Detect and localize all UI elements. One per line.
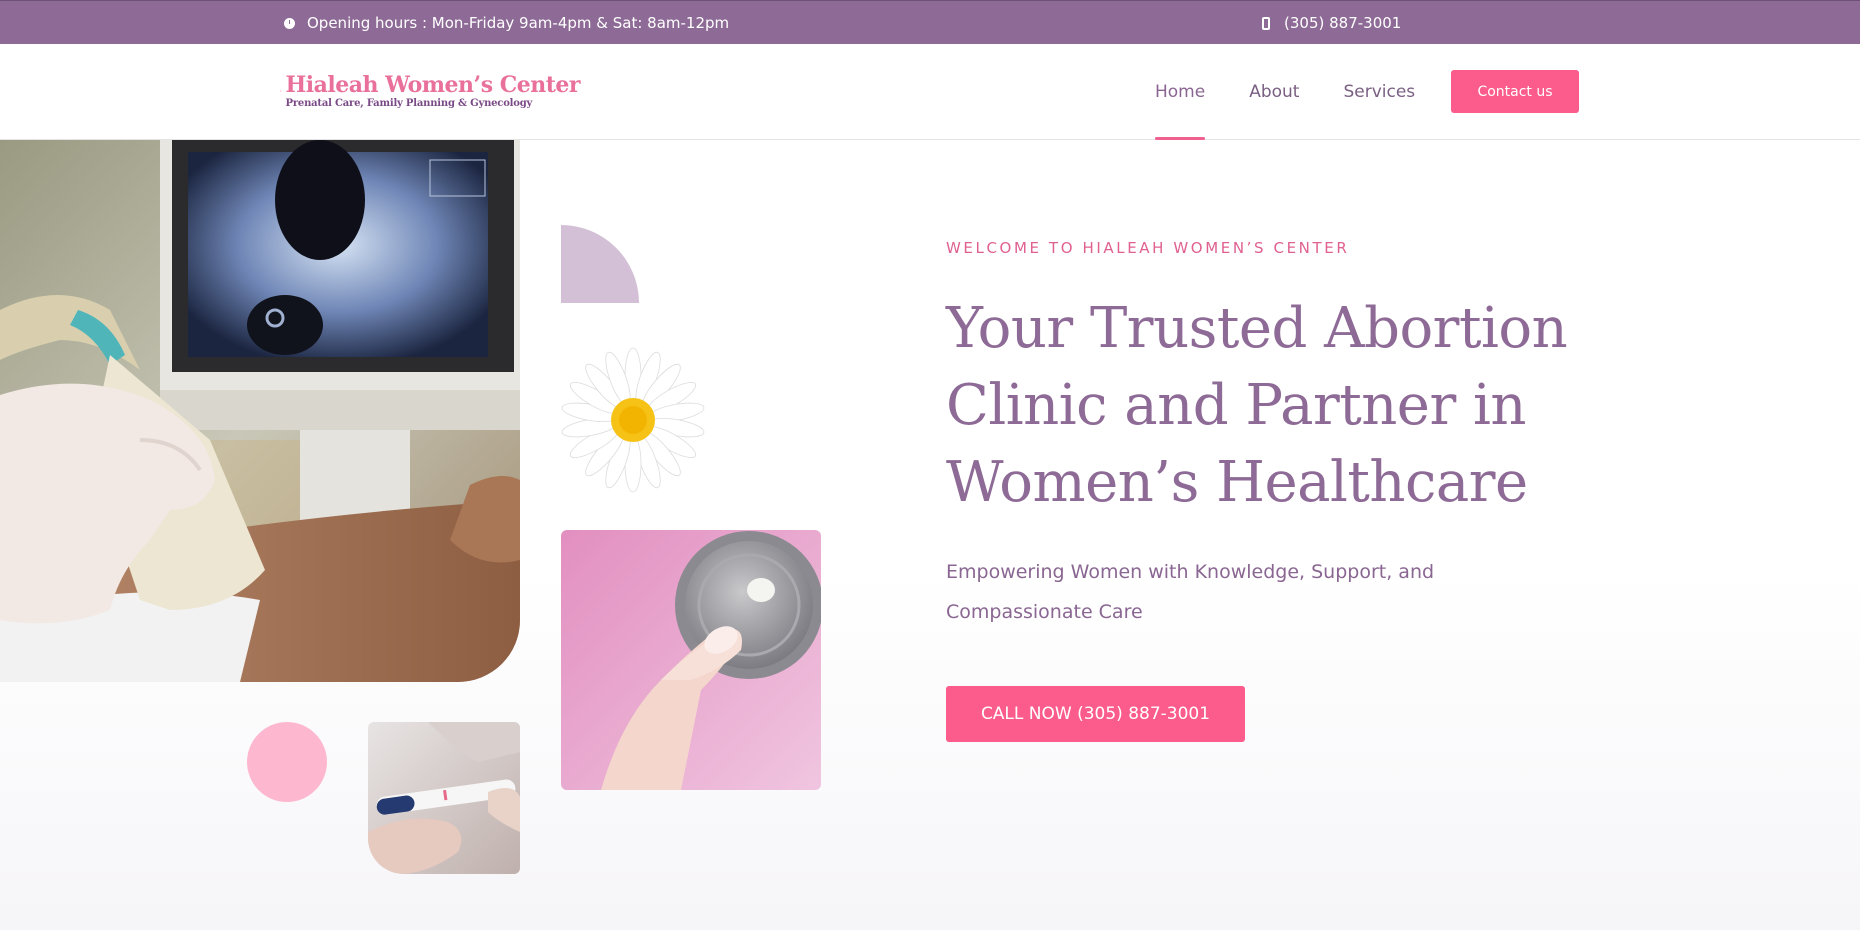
hero-headline: Your Trusted Abortion Clinic and Partner… — [946, 296, 1568, 515]
flower-logo-icon — [280, 90, 282, 92]
pregnancy-test-photo — [368, 722, 520, 874]
hero-subline: Empowering Women with Knowledge, Support… — [946, 561, 1435, 623]
nav-item-about[interactable]: About — [1249, 44, 1299, 140]
opening-hours: Opening hours : Mon-Friday 9am-4pm & Sat… — [284, 1, 729, 45]
call-now-button[interactable]: CALL NOW (305) 887-3001 — [946, 686, 1245, 742]
hero-eyebrow: WELCOME TO HIALEAH WOMEN’S CENTER — [946, 239, 1350, 257]
daisy-flower-image — [561, 347, 705, 493]
nav-item-services[interactable]: Services — [1343, 44, 1415, 140]
contraceptive-pill-photo — [561, 530, 821, 790]
main-nav: Home About Services — [1155, 44, 1459, 140]
top-phone-text[interactable]: (305) 887-3001 — [1284, 14, 1401, 32]
ultrasound-photo — [0, 140, 520, 682]
hero-section: WELCOME TO HIALEAH WOMEN’S CENTER Your T… — [0, 140, 1860, 930]
decorative-quarter-circle — [561, 225, 639, 303]
mobile-phone-icon — [1262, 16, 1270, 30]
logo-subtitle: Prenatal Care, Family Planning & Gynecol… — [285, 97, 533, 109]
decorative-pink-circle — [247, 722, 327, 802]
opening-hours-text: Opening hours : Mon-Friday 9am-4pm & Sat… — [307, 14, 730, 32]
site-header: Hialeah Women’s Center Prenatal Care, Fa… — [0, 44, 1860, 140]
top-info-bar: Opening hours : Mon-Friday 9am-4pm & Sat… — [0, 0, 1860, 44]
logo-text: Hialeah Women’s Center Prenatal Care, Fa… — [285, 71, 581, 109]
site-logo[interactable]: Hialeah Women’s Center Prenatal Care, Fa… — [280, 68, 581, 114]
logo-title: Hialeah Women’s Center — [285, 71, 581, 98]
nav-item-home[interactable]: Home — [1155, 44, 1206, 140]
clock-icon — [284, 17, 295, 29]
top-phone[interactable]: (305) 887-3001 — [1262, 1, 1401, 45]
contact-us-button[interactable]: Contact us — [1451, 70, 1579, 113]
